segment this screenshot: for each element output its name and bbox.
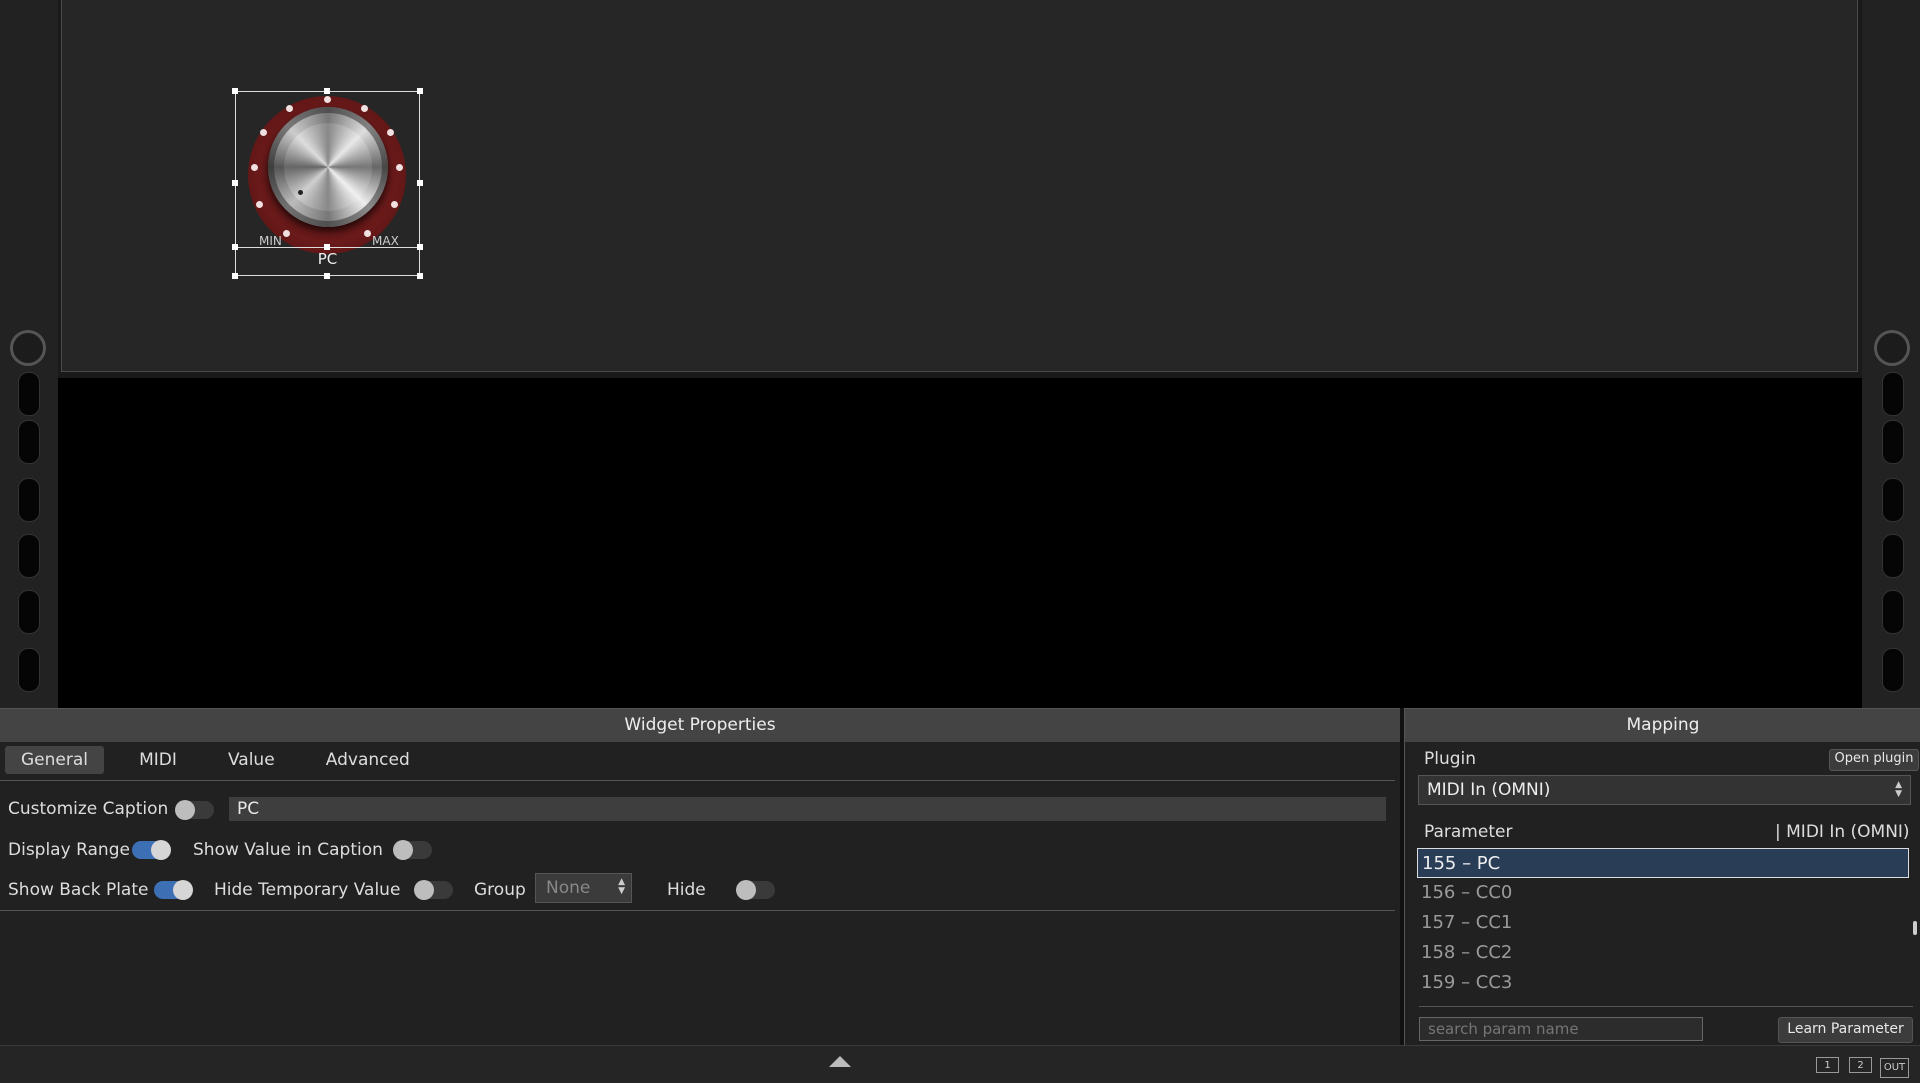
rack-slot [18, 372, 40, 416]
display-range-toggle[interactable] [132, 840, 171, 860]
show-value-in-caption-toggle[interactable] [393, 840, 432, 860]
select-arrows-icon: ▲ ▼ [1895, 780, 1902, 799]
right-rack-rail [1862, 0, 1920, 708]
rack-slot [18, 420, 40, 464]
show-value-in-caption-label: Show Value in Caption [193, 840, 383, 860]
resize-handle[interactable] [232, 273, 238, 279]
mapping-panel: Mapping Plugin Open plugin MIDI In (OMNI… [1404, 708, 1920, 1046]
output-button[interactable]: OUT [1880, 1058, 1909, 1078]
rack-slot [18, 478, 40, 522]
tab-value[interactable]: Value [212, 746, 291, 774]
hide-label: Hide [667, 880, 706, 900]
parameter-row[interactable]: 156 – CC0 [1417, 878, 1909, 908]
empty-rack-space[interactable] [58, 378, 1862, 708]
widget-properties-title: Widget Properties [0, 709, 1400, 742]
select-arrows-icon: ▲ ▼ [618, 877, 625, 896]
status-bar: 1 2 OUT [0, 1045, 1920, 1083]
customize-caption-label: Customize Caption [8, 799, 169, 819]
group-select[interactable]: None ▲ ▼ [535, 873, 632, 903]
divider [1419, 1006, 1913, 1007]
hide-temporary-value-label: Hide Temporary Value [214, 880, 401, 900]
tab-advanced[interactable]: Advanced [310, 746, 426, 774]
resize-handle[interactable] [232, 244, 238, 250]
caption-selection-box [235, 247, 420, 276]
customize-caption-toggle[interactable] [175, 800, 214, 820]
resize-handle[interactable] [417, 88, 423, 94]
rack-slot [1882, 534, 1904, 578]
open-plugin-button[interactable]: Open plugin [1829, 749, 1919, 771]
knob-widget[interactable]: MIN MAX PC [232, 88, 423, 279]
plugin-select[interactable]: MIDI In (OMNI) ▲ ▼ [1418, 775, 1911, 805]
expand-up-arrow-icon[interactable] [829, 1056, 851, 1067]
divider [0, 780, 1395, 781]
rack-screw [1874, 330, 1910, 366]
rack-slot [18, 648, 40, 692]
parameter-row-selected[interactable]: 155 – PC [1417, 848, 1909, 878]
mapping-title: Mapping [1405, 709, 1920, 742]
parameter-row[interactable]: 158 – CC2 [1417, 938, 1909, 968]
tab-general[interactable]: General [5, 746, 104, 774]
search-param-input[interactable] [1419, 1017, 1703, 1041]
resize-handle[interactable] [417, 244, 423, 250]
show-back-plate-label: Show Back Plate [8, 880, 149, 900]
learn-parameter-button[interactable]: Learn Parameter [1778, 1017, 1913, 1043]
widget-properties-panel: Widget Properties General MIDI Value Adv… [0, 708, 1400, 1046]
plugin-column-header: | MIDI In (OMNI) [1775, 822, 1910, 842]
rack-slot [18, 534, 40, 578]
left-rack-rail [0, 0, 58, 708]
group-select-value: None [546, 878, 591, 898]
resize-handle[interactable] [417, 180, 423, 186]
rack-screw [10, 330, 46, 366]
rack-slot [18, 590, 40, 634]
tab-midi[interactable]: MIDI [123, 746, 193, 774]
properties-tab-bar: General MIDI Value Advanced [5, 746, 440, 778]
resize-handle[interactable] [324, 88, 330, 94]
parameter-row[interactable]: 157 – CC1 [1417, 908, 1909, 938]
hide-toggle[interactable] [736, 880, 775, 900]
rack-slot [1882, 478, 1904, 522]
parameter-list-scrollbar[interactable] [1913, 921, 1917, 935]
show-back-plate-toggle[interactable] [154, 880, 193, 900]
plugin-select-value: MIDI In (OMNI) [1427, 780, 1551, 800]
parameter-column-header: Parameter [1424, 822, 1513, 842]
caption-input[interactable] [229, 797, 1386, 821]
rack-slot [1882, 648, 1904, 692]
plugin-label: Plugin [1424, 749, 1477, 769]
hide-temporary-value-toggle[interactable] [414, 880, 453, 900]
divider [0, 910, 1395, 911]
rack-slot [1882, 420, 1904, 464]
resize-handle[interactable] [324, 244, 330, 250]
group-label: Group [474, 880, 526, 900]
rack-slot [1882, 590, 1904, 634]
view-button-2[interactable]: 2 [1849, 1057, 1872, 1073]
parameter-row[interactable]: 159 – CC3 [1417, 968, 1909, 998]
resize-handle[interactable] [417, 273, 423, 279]
view-button-1[interactable]: 1 [1816, 1057, 1839, 1073]
rack-slot [1882, 372, 1904, 416]
resize-handle[interactable] [232, 88, 238, 94]
resize-handle[interactable] [324, 273, 330, 279]
display-range-label: Display Range [8, 840, 130, 860]
rack-panel[interactable]: MIN MAX PC [61, 0, 1858, 372]
resize-handle[interactable] [232, 180, 238, 186]
